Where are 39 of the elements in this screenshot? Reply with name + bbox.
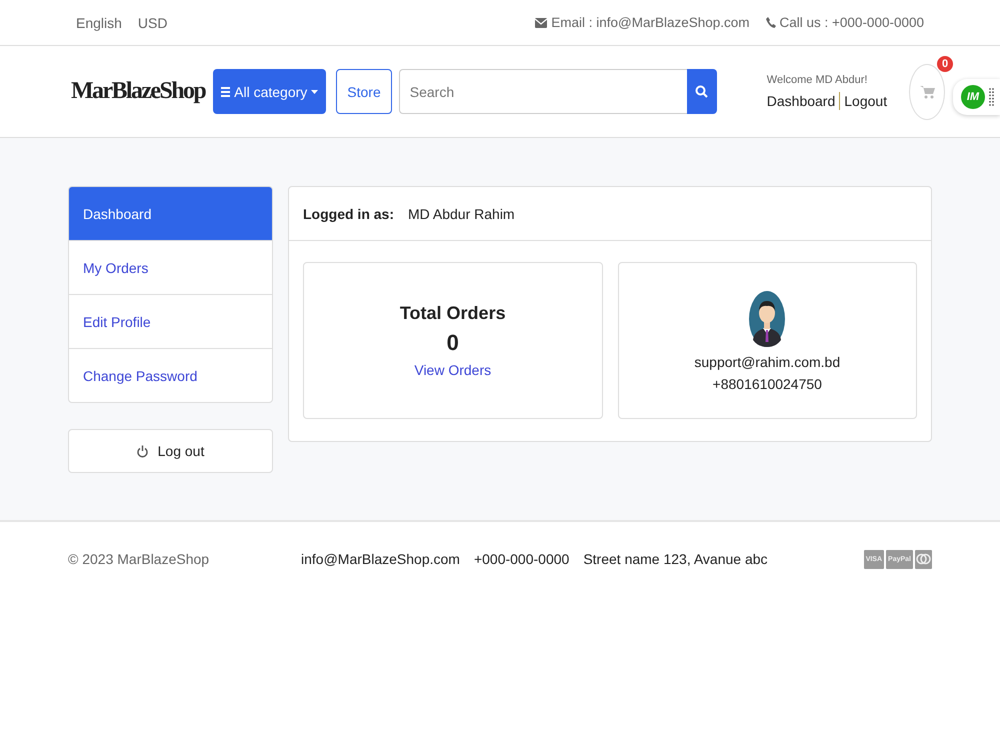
dashboard-link[interactable]: Dashboard: [766, 92, 836, 108]
sidebar-item[interactable]: Change Password: [69, 348, 272, 402]
search-icon: [695, 85, 708, 98]
view-orders-link[interactable]: View Orders: [414, 362, 492, 378]
sidebar-item[interactable]: Dashboard: [69, 187, 272, 240]
avatar-icon: [748, 290, 786, 348]
contact-phone: +8801610024750: [712, 376, 822, 392]
menu-icon: [221, 86, 230, 96]
contact-email: support@rahim.com.bd: [694, 354, 840, 370]
phone-icon: [766, 17, 776, 28]
currency-selector[interactable]: USD: [138, 14, 168, 30]
card-title: Total Orders: [400, 303, 506, 324]
contact-email: Email : info@MarBlazeShop.com: [551, 15, 750, 30]
language-selector[interactable]: English: [76, 14, 122, 30]
footer-phone: +000-000-0000: [474, 551, 570, 567]
sidebar-item[interactable]: My Orders: [69, 240, 272, 294]
order-count: 0: [446, 330, 459, 356]
footer-email: info@MarBlazeShop.com: [301, 551, 460, 567]
power-icon: [136, 444, 148, 458]
cart-icon: [920, 84, 935, 98]
store-button[interactable]: Store: [336, 69, 392, 114]
category-button[interactable]: All category: [213, 69, 326, 114]
logout-link[interactable]: Logout: [844, 92, 888, 108]
drag-handle-icon[interactable]: [989, 88, 994, 106]
logout-button[interactable]: Log out: [68, 429, 273, 473]
user-name: MD Abdur Rahim: [408, 206, 515, 222]
footer-address: Street name 123, Avanue abc: [583, 551, 768, 567]
contact-phone: Call us : +000-000-0000: [780, 15, 924, 30]
caret-icon: [311, 90, 318, 94]
logged-in-label: Logged in as:: [303, 206, 394, 222]
sidebar-item[interactable]: Edit Profile: [69, 294, 272, 348]
cart-count-badge: 0: [937, 56, 954, 72]
envelope-icon: [535, 18, 548, 28]
copyright-text: © 2023 MarBlazeShop: [68, 551, 210, 567]
search-button[interactable]: [686, 69, 717, 114]
welcome-text: Welcome MD Abdur!: [766, 74, 868, 86]
search-field[interactable]: Search: [398, 69, 687, 114]
payment-card-icon: [915, 550, 932, 568]
logo[interactable]: MarBlazeShop: [71, 78, 206, 105]
